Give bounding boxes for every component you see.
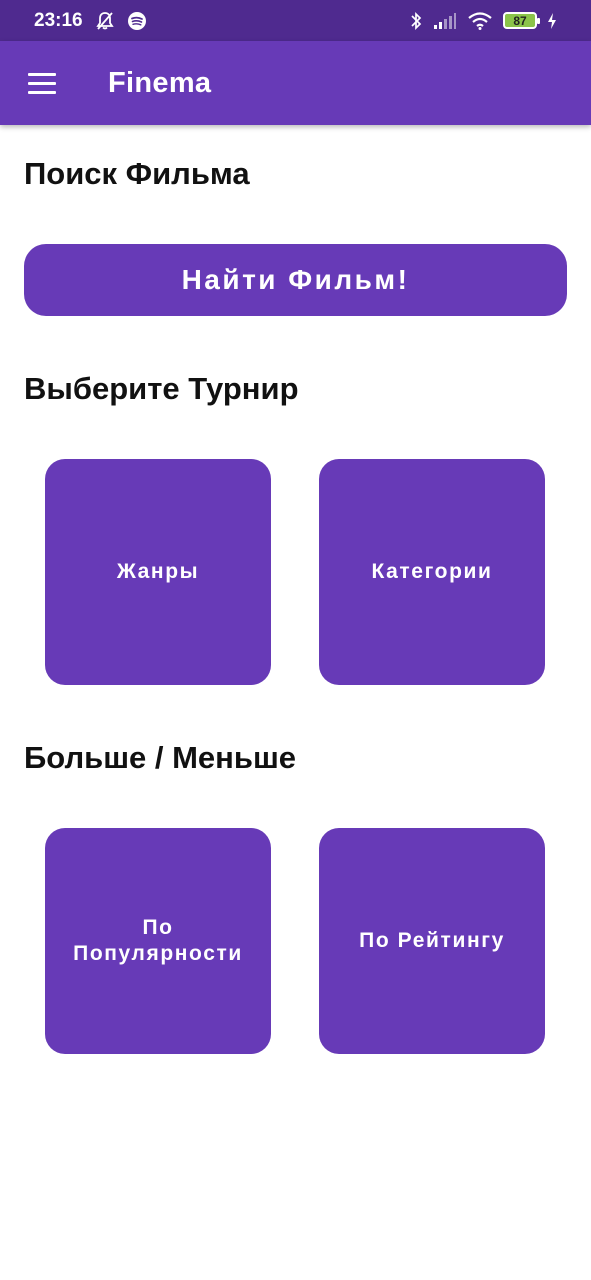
search-section-title: Поиск Фильма bbox=[24, 156, 250, 191]
status-bar: 23:16 87 bbox=[0, 0, 591, 41]
hamburger-menu-icon[interactable] bbox=[22, 63, 62, 103]
wifi-icon bbox=[467, 11, 493, 30]
lightning-icon bbox=[547, 12, 557, 30]
genres-tile[interactable]: Жанры bbox=[45, 459, 271, 685]
find-movie-button[interactable]: Найти Фильм! bbox=[24, 244, 567, 316]
status-time: 23:16 bbox=[34, 9, 83, 31]
app-bar: Finema bbox=[0, 41, 591, 125]
spotify-icon bbox=[127, 11, 147, 31]
status-left: 23:16 bbox=[34, 10, 147, 32]
categories-tile-label: Категории bbox=[371, 560, 493, 583]
app-title: Finema bbox=[108, 66, 212, 99]
genres-tile-label: Жанры bbox=[116, 560, 200, 583]
by-rating-tile[interactable]: По Рейтингу bbox=[319, 828, 545, 1054]
battery-level: 87 bbox=[513, 13, 527, 28]
battery-icon: 87 bbox=[503, 12, 540, 29]
by-popularity-tile-label: По Популярности bbox=[73, 916, 243, 965]
higher-lower-section-title: Больше / Меньше bbox=[24, 740, 297, 775]
bell-off-icon bbox=[95, 11, 115, 31]
tournament-section-title: Выберите Турнир bbox=[24, 371, 299, 406]
status-right: 87 bbox=[409, 11, 557, 31]
by-popularity-tile[interactable]: По Популярности bbox=[45, 828, 271, 1054]
signal-icon bbox=[433, 12, 457, 30]
bluetooth-icon bbox=[409, 11, 423, 31]
by-rating-tile-label: По Рейтингу bbox=[359, 929, 505, 952]
categories-tile[interactable]: Категории bbox=[319, 459, 545, 685]
